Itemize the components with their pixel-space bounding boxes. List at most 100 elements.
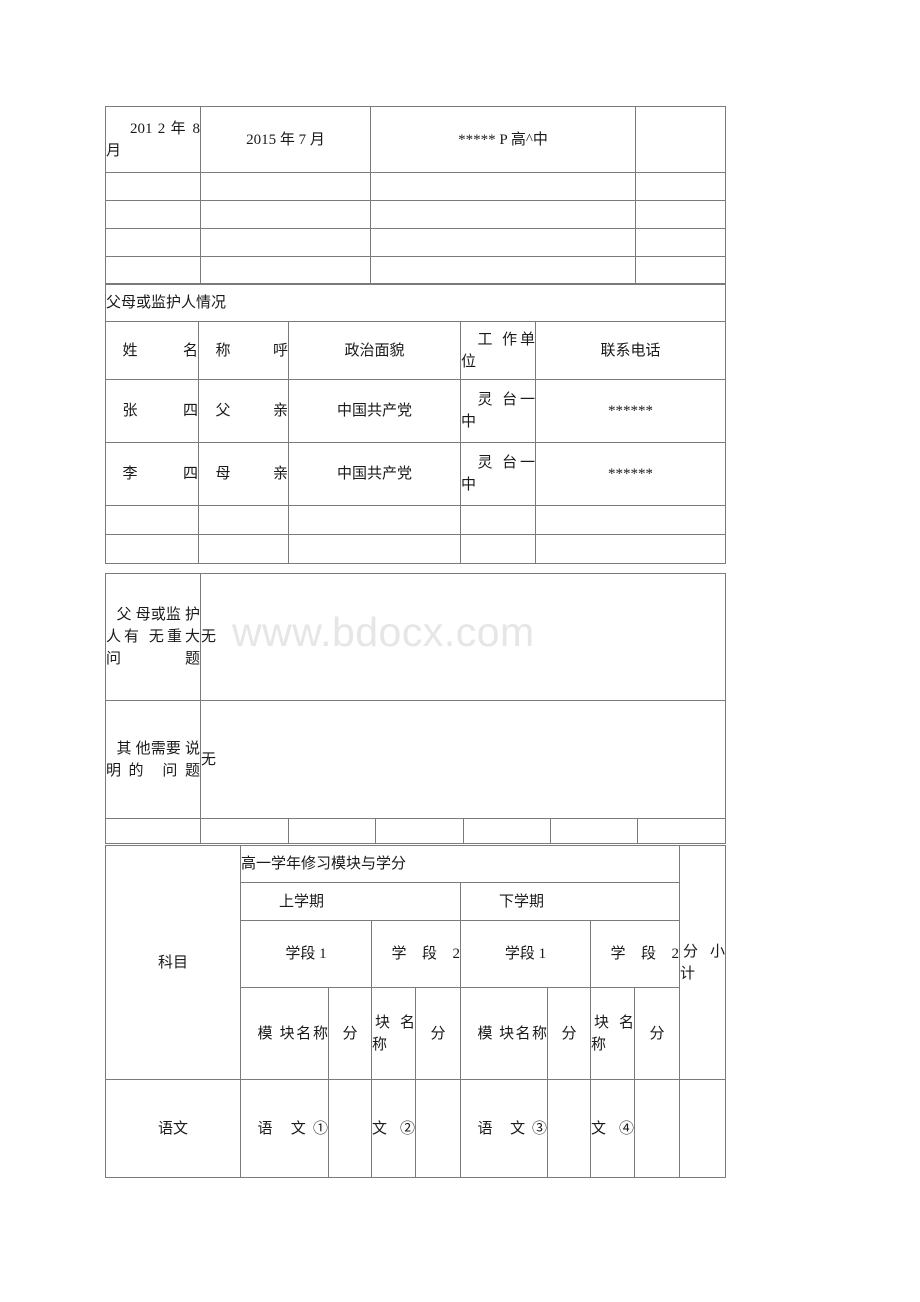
school-name-cell: ***** P 高^中 — [370, 106, 636, 173]
module-name: 语 文③ — [460, 1079, 548, 1178]
credits-table: 科目 高一学年修习模块与学分 分 小 计 上学期 下学期 学段 1 学 段 2 … — [105, 845, 727, 1178]
module-credit — [547, 1079, 591, 1178]
guardian-workplace: 灵 台一中 — [460, 442, 536, 506]
header-credit: 分 — [415, 987, 461, 1080]
spacer-cell — [463, 818, 551, 844]
guardian-workplace — [460, 505, 536, 535]
module-credit — [328, 1079, 372, 1178]
header-credit: 分 — [547, 987, 591, 1080]
credits-title-row: 科目 高一学年修习模块与学分 分 小 计 — [105, 845, 727, 1080]
guardian-name: 张 四 — [105, 379, 199, 443]
enroll-date-cell: 201 2 年 8 月 — [105, 106, 201, 173]
note-cell — [635, 200, 726, 229]
school-name-cell — [370, 228, 636, 257]
notes-table: 父 母或监 护 人有 无重大 问题 无 其 他需要 说 明的 问题 无 — [105, 573, 726, 819]
header-relation: 称 呼 — [198, 321, 289, 380]
table-row — [105, 228, 726, 257]
enroll-date-cell — [105, 172, 201, 201]
guardian-table: 父母或监护人情况 姓 名 称 呼 政治面貌 工 作单位 联系电话 张 四 父 亲… — [105, 283, 726, 564]
school-name-cell — [370, 200, 636, 229]
table-row — [105, 505, 726, 535]
table-row: 201 2 年 8 月 2015 年 7 月 ***** P 高^中 — [105, 106, 726, 173]
guardian-political-status: 中国共产党 — [288, 379, 461, 443]
enroll-date-cell — [105, 200, 201, 229]
table-row: 父 母或监 护 人有 无重大 问题 无 — [105, 573, 726, 701]
subject-column-header: 科目 — [105, 845, 241, 1080]
graduate-date-cell — [200, 256, 371, 285]
spacer-cell — [550, 818, 638, 844]
guardian-name — [105, 534, 199, 564]
guardian-political-status — [288, 505, 461, 535]
period-header-term1-p2: 学 段 2 — [371, 920, 461, 988]
table-row: 张 四 父 亲 中国共产党 灵 台一中 ****** — [105, 379, 726, 443]
header-module-name: 模 块名称 — [460, 987, 548, 1080]
enrollment-history-table: 201 2 年 8 月 2015 年 7 月 ***** P 高^中 — [105, 106, 726, 285]
note-cell — [635, 256, 726, 285]
table-row — [105, 256, 726, 285]
header-module-name: 模 块名称 — [240, 987, 329, 1080]
guardian-political-status — [288, 534, 461, 564]
guardian-issue-label: 父 母或监 护 人有 无重大 问题 — [105, 573, 201, 701]
term-header-first: 上学期 — [240, 882, 461, 921]
table-row — [105, 200, 726, 229]
guardian-phone: ****** — [535, 379, 726, 443]
module-credit — [415, 1079, 461, 1178]
header-module-name: 块 名 称 — [590, 987, 635, 1080]
graduate-date-cell — [200, 200, 371, 229]
graduate-date-cell — [200, 228, 371, 257]
subject-name: 语文 — [105, 1079, 241, 1178]
credits-total-header: 分 小 计 — [679, 845, 727, 1080]
header-phone: 联系电话 — [535, 321, 726, 380]
table-row — [105, 172, 726, 201]
term-header-second: 下学期 — [459, 882, 681, 921]
header-name: 姓 名 — [105, 321, 199, 380]
header-module-name: 块 名 称 — [371, 987, 416, 1080]
table-row — [105, 534, 726, 564]
document-page: www.bdocx.com 201 2 年 8 月 2015 年 7 月 ***… — [0, 0, 920, 1302]
other-issue-label: 其 他需要 说 明的 问题 — [105, 700, 201, 819]
enroll-date-cell — [105, 256, 201, 285]
header-workplace: 工 作单位 — [460, 321, 536, 380]
table-row: 其 他需要 说 明的 问题 无 — [105, 700, 726, 819]
credits-title: 高一学年修习模块与学分 — [239, 845, 681, 883]
note-cell — [635, 106, 726, 173]
header-credit: 分 — [633, 987, 681, 1080]
table-row — [105, 818, 726, 844]
enroll-date-cell — [105, 228, 201, 257]
period-header-term1-p1: 学段 1 — [240, 920, 372, 988]
guardian-name — [105, 505, 199, 535]
subject-total — [679, 1079, 727, 1178]
guardian-phone — [535, 534, 726, 564]
spacer-strip-table — [105, 818, 726, 844]
school-name-cell — [370, 172, 636, 201]
module-credit — [633, 1079, 681, 1178]
guardian-phone — [535, 505, 726, 535]
note-cell — [635, 228, 726, 257]
graduate-date-cell: 2015 年 7 月 — [200, 106, 371, 173]
spacer-cell — [200, 818, 289, 844]
guardian-relation — [198, 534, 289, 564]
spacer-cell — [375, 818, 464, 844]
guardian-workplace — [460, 534, 536, 564]
header-credit: 分 — [328, 987, 372, 1080]
guardian-relation: 父 亲 — [198, 379, 289, 443]
module-name: 文 ④ — [590, 1079, 635, 1178]
school-name-cell — [370, 256, 636, 285]
spacer-cell — [637, 818, 726, 844]
guardian-political-status: 中国共产党 — [288, 442, 461, 506]
other-issue-value: 无 — [200, 700, 726, 819]
table-row: 语文 语 文① 文 ② 语 文③ 文 ④ — [105, 1079, 727, 1178]
guardian-section-title: 父母或监护人情况 — [105, 283, 726, 322]
note-cell — [635, 172, 726, 201]
spacer-cell — [105, 818, 201, 844]
graduate-date-cell — [200, 172, 371, 201]
guardian-name: 李 四 — [105, 442, 199, 506]
guardian-header-row: 姓 名 称 呼 政治面貌 工 作单位 联系电话 — [105, 321, 726, 380]
guardian-phone: ****** — [535, 442, 726, 506]
guardian-relation — [198, 505, 289, 535]
period-header-term2-p1: 学段 1 — [460, 920, 591, 988]
guardian-section-title-row: 父母或监护人情况 — [105, 283, 726, 322]
module-name: 文 ② — [371, 1079, 416, 1178]
guardian-relation: 母 亲 — [198, 442, 289, 506]
guardian-issue-value: 无 — [200, 573, 726, 701]
